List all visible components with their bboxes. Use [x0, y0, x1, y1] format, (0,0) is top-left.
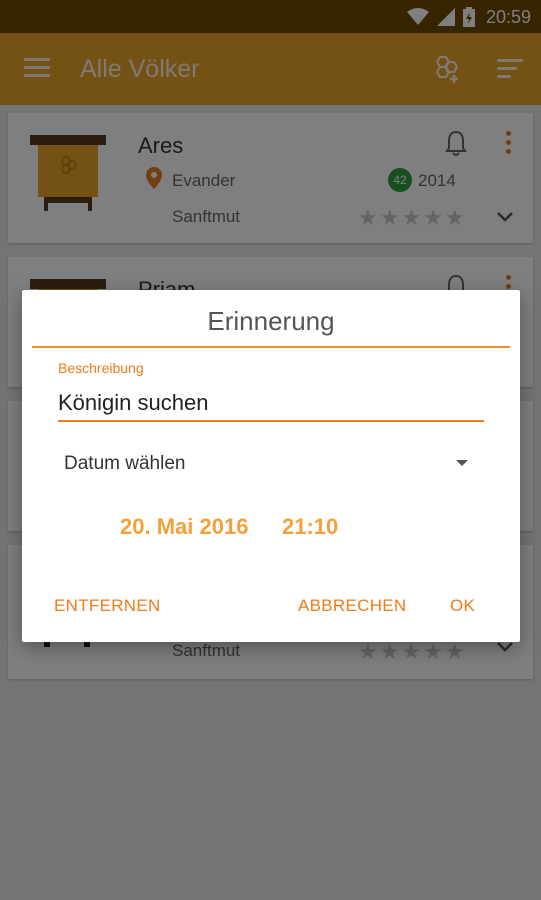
remove-button[interactable]: ENTFERNEN [54, 596, 161, 616]
date-picker[interactable]: 20. Mai 2016 [120, 514, 248, 540]
reminder-dialog: Erinnerung Beschreibung Datum wählen 20.… [22, 290, 520, 642]
time-picker[interactable]: 21:10 [282, 514, 338, 540]
description-underline [58, 420, 484, 422]
description-label: Beschreibung [58, 360, 144, 376]
ok-button[interactable]: OK [450, 596, 475, 616]
description-input[interactable] [58, 390, 482, 416]
dialog-title: Erinnerung [207, 306, 335, 336]
date-select-value: Datum wählen [64, 453, 186, 474]
title-divider [32, 346, 510, 348]
dropdown-arrow-icon [456, 460, 468, 466]
date-select[interactable]: Datum wählen [64, 450, 468, 480]
cancel-button[interactable]: ABBRECHEN [298, 596, 407, 616]
